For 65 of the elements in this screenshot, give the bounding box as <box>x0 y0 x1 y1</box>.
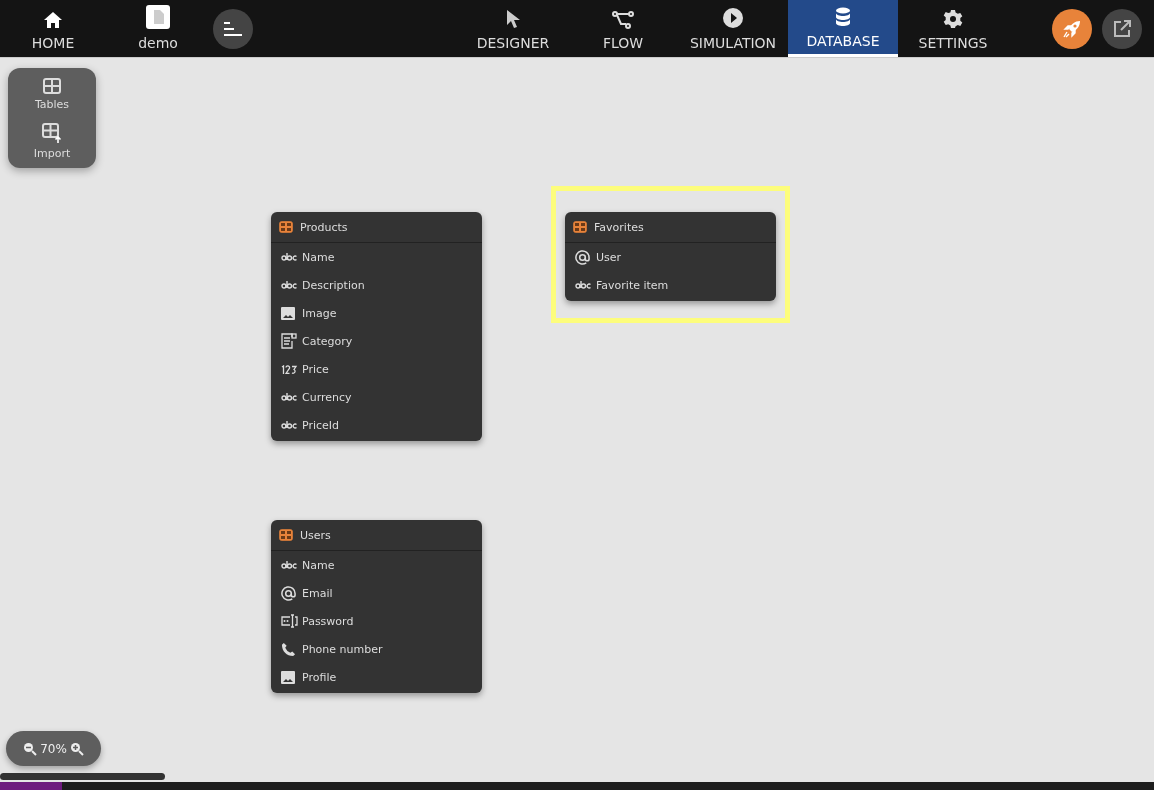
text-type-icon <box>281 421 298 429</box>
phone-icon <box>281 641 296 657</box>
document-icon <box>146 5 170 29</box>
open-external-button[interactable] <box>1102 8 1142 49</box>
pointer-icon <box>505 9 521 29</box>
project-button[interactable]: demo <box>106 0 210 57</box>
table-icon <box>43 78 61 94</box>
side-panel-button[interactable]: Tables <box>34 78 70 111</box>
table-icon <box>279 529 293 541</box>
table-card[interactable]: Favorites User Favorite item <box>565 212 776 301</box>
field-name[interactable]: User <box>596 250 622 264</box>
settings-icon <box>943 9 963 29</box>
table-title: Users <box>300 528 331 542</box>
field-name[interactable]: Email <box>302 586 333 600</box>
zoom-level: 70% <box>40 741 67 756</box>
field-name[interactable]: PriceId <box>302 418 340 432</box>
database-icon <box>835 7 851 27</box>
publish-button[interactable] <box>1052 8 1092 49</box>
at-sign-icon <box>575 249 590 265</box>
text-type-icon <box>281 253 298 261</box>
field-name[interactable]: Currency <box>302 390 352 404</box>
table-icon <box>279 221 293 233</box>
image-icon <box>281 306 295 320</box>
table-title: Products <box>300 220 348 234</box>
image-icon <box>281 670 295 684</box>
field-name[interactable]: Name <box>302 558 335 572</box>
text-type-icon <box>575 281 592 289</box>
zoom-out-icon[interactable] <box>23 741 38 756</box>
field-name[interactable]: Favorite item <box>596 278 669 292</box>
home-icon <box>43 11 63 29</box>
table-card[interactable]: Products Name Description Image Category Price Currency PriceId <box>271 212 482 441</box>
text-type-icon <box>281 281 298 289</box>
nav-tab[interactable]: SIMULATION <box>678 0 788 57</box>
zoom-in-icon[interactable] <box>69 741 84 756</box>
nav-tab[interactable]: SETTINGS <box>898 0 1008 57</box>
flow-icon <box>612 11 634 29</box>
table-card[interactable]: Users Name Email Password Phone number Profile <box>271 520 482 693</box>
rocket-icon <box>1062 18 1082 39</box>
table-icon <box>573 221 587 233</box>
nav-tab[interactable]: DATABASE <box>788 0 898 57</box>
password-field-icon <box>281 613 298 629</box>
text-type-icon <box>281 561 298 569</box>
field-name[interactable]: Image <box>302 306 337 320</box>
nav-tab[interactable]: FLOW <box>568 0 678 57</box>
field-name[interactable]: Password <box>302 614 354 628</box>
field-name[interactable]: Price <box>302 362 329 376</box>
text-type-icon <box>281 393 298 401</box>
home-button[interactable]: HOME <box>0 0 106 57</box>
at-sign-icon <box>281 585 296 601</box>
external-link-icon <box>1113 19 1131 38</box>
field-name[interactable]: Profile <box>302 670 337 684</box>
field-name[interactable]: Description <box>302 278 365 292</box>
side-panel-button[interactable]: Import <box>33 123 71 160</box>
table-import-icon <box>42 123 62 143</box>
scrollbar[interactable] <box>0 773 165 780</box>
menu-icon <box>224 21 242 36</box>
list-document-icon <box>281 333 297 349</box>
field-name[interactable]: Category <box>302 334 353 348</box>
menu-button[interactable] <box>213 8 253 49</box>
nav-tab[interactable]: DESIGNER <box>458 0 568 57</box>
play-icon <box>722 7 744 29</box>
field-name[interactable]: Name <box>302 250 335 264</box>
table-title: Favorites <box>594 220 644 234</box>
field-name[interactable]: Phone number <box>302 642 383 656</box>
number-type-icon <box>281 364 298 374</box>
